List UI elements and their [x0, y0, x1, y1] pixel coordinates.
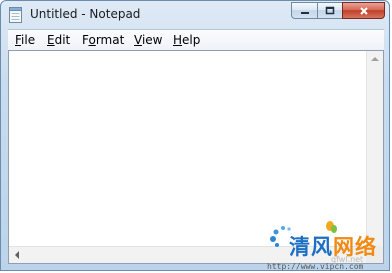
menu-edit-rest: dit [54, 33, 71, 47]
menu-help-accel: H [173, 33, 183, 47]
close-button[interactable] [342, 2, 385, 19]
menu-format[interactable]: Format [82, 33, 124, 47]
menu-edit[interactable]: Edit [47, 33, 70, 47]
menu-edit-accel: E [47, 33, 55, 47]
notepad-window: Untitled - Notepad File Edit Format View… [0, 0, 390, 271]
caption-buttons [291, 2, 385, 20]
vertical-scrollbar[interactable] [366, 51, 383, 246]
scroll-left-icon[interactable] [15, 251, 19, 259]
watermark: 清风网络 qfwl.net http://www.vipcn.com [267, 221, 387, 271]
maximize-button[interactable] [317, 2, 342, 19]
menu-format-rest: rmat [95, 33, 125, 47]
menu-file[interactable]: File [15, 33, 35, 47]
menu-format-accel: o [88, 33, 96, 47]
menu-bar: File Edit Format View Help [8, 29, 384, 50]
maximize-icon [325, 6, 335, 15]
watermark-logo-part1: 清风 [289, 235, 333, 259]
title-bar[interactable]: Untitled - Notepad [1, 1, 391, 28]
scroll-up-icon[interactable] [371, 57, 379, 61]
menu-view[interactable]: View [134, 33, 162, 47]
minimize-button[interactable] [291, 2, 317, 19]
menu-help[interactable]: Help [173, 33, 200, 47]
text-editor[interactable]: 清风网络 qfwl.net http://www.vipcn.com [8, 50, 384, 271]
minimize-icon [300, 11, 309, 14]
menu-help-rest: elp [182, 33, 201, 47]
menu-file-rest: ile [21, 33, 36, 47]
menu-view-rest: iew [141, 33, 163, 47]
notepad-icon[interactable] [9, 7, 22, 23]
close-icon [359, 6, 368, 15]
menu-view-accel: V [134, 33, 142, 47]
watermark-url: http://www.vipcn.com [267, 262, 364, 271]
window-title: Untitled - Notepad [30, 7, 141, 21]
